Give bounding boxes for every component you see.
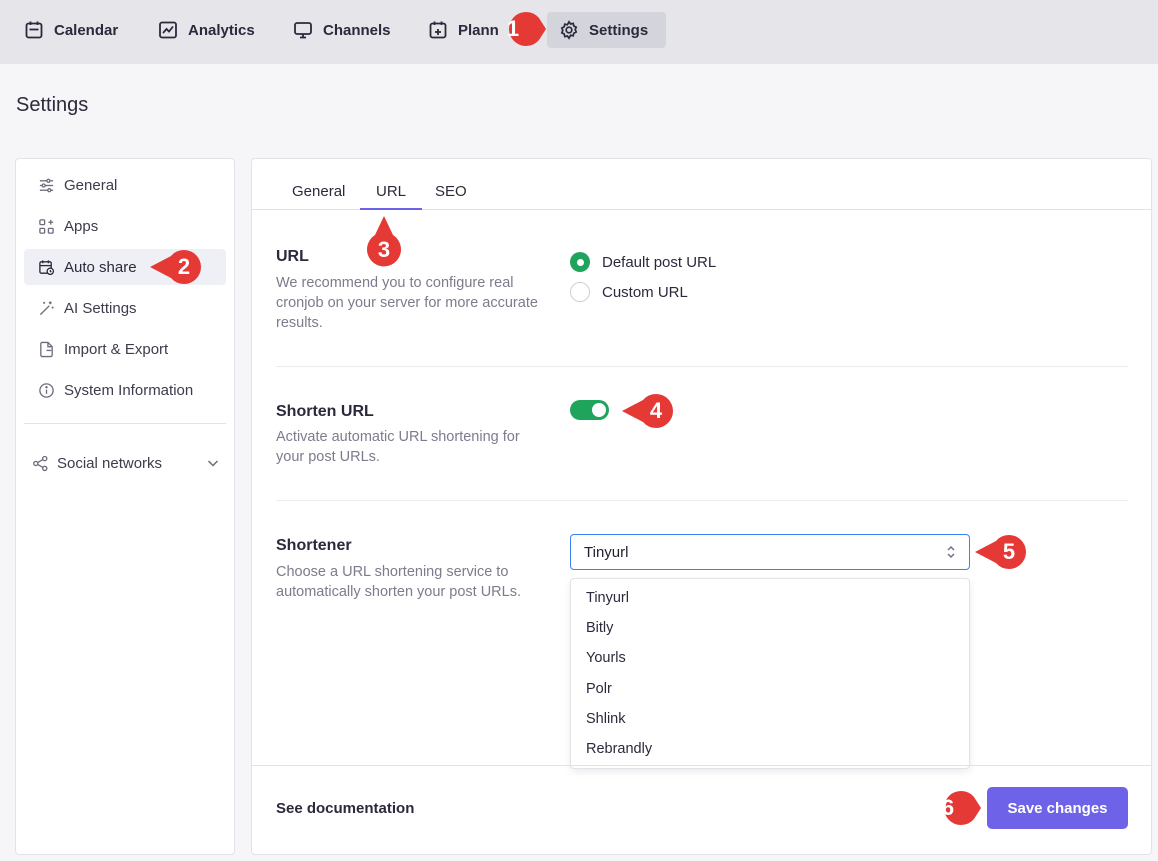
radio-custom-url[interactable]: Custom URL: [570, 282, 688, 302]
sidebar-item-import-export[interactable]: Import & Export: [24, 331, 226, 367]
section-divider: [276, 500, 1128, 501]
see-documentation-link[interactable]: See documentation: [276, 800, 414, 817]
section-divider: [276, 366, 1128, 367]
nav-item-channels[interactable]: Channels: [283, 12, 401, 48]
radio-default-post-url[interactable]: Default post URL: [570, 252, 716, 272]
chevron-down-icon: [207, 460, 219, 467]
nav-label: Calendar: [54, 21, 119, 39]
dropdown-option-polr[interactable]: Polr: [586, 674, 612, 704]
callout-marker: 2: [148, 247, 206, 287]
callout-number: 1: [506, 16, 520, 41]
dropdown-option-bitly[interactable]: Bitly: [586, 613, 613, 643]
sidebar-item-general[interactable]: General: [24, 167, 226, 203]
sidebar-item-label: Import & Export: [64, 340, 169, 358]
dropdown-option-tinyurl[interactable]: Tinyurl: [586, 583, 629, 613]
shorten-url-toggle[interactable]: [570, 400, 609, 420]
shortener-dropdown: Tinyurl Bitly Yourls Polr Shlink Rebrand…: [570, 578, 970, 769]
callout-marker: 6: [925, 788, 983, 828]
nav-item-settings[interactable]: Settings: [547, 12, 667, 48]
callout-number: 3: [377, 237, 391, 262]
file-export-icon: [40, 341, 53, 357]
footer-divider: [252, 765, 1151, 766]
shortener-title: Shortener: [276, 537, 352, 554]
nav-item-analytics[interactable]: Analytics: [148, 12, 265, 48]
callout-number: 5: [1002, 539, 1016, 564]
shorten-url-title: Shorten URL: [276, 403, 374, 420]
radio-unchecked[interactable]: [570, 282, 590, 302]
sidebar-item-social-networks[interactable]: Social networks: [24, 445, 226, 481]
shortener-description: Choose a URL shortening service to autom…: [276, 564, 521, 600]
top-navigation: Calendar Analytics Channels Plann Settin…: [0, 0, 1158, 64]
apps-icon: [39, 218, 54, 234]
sidebar-item-apps[interactable]: Apps: [24, 208, 226, 244]
callout-marker: 1: [490, 9, 548, 49]
info-icon: [39, 382, 54, 398]
callout-number: 4: [649, 398, 663, 423]
shorten-url-description: Activate automatic URL shortening for yo…: [276, 429, 520, 465]
dropdown-option-rebrandly[interactable]: Rebrandly: [586, 734, 652, 764]
shortener-selected-value: Tinyurl: [584, 543, 629, 561]
tab-bar: General URL SEO: [252, 159, 1151, 210]
nav-label: Settings: [589, 21, 649, 39]
monitor-icon: [294, 22, 312, 39]
callout-marker: 3: [355, 213, 413, 273]
tab-seo[interactable]: SEO: [419, 177, 483, 210]
url-section-description: We recommend you to configure real cronj…: [276, 275, 538, 331]
callout-marker: 5: [973, 532, 1031, 572]
radio-label: Custom URL: [602, 283, 688, 301]
page-title: Settings: [16, 94, 89, 116]
save-changes-button[interactable]: Save changes: [987, 787, 1128, 829]
callout-marker: 4: [620, 391, 678, 431]
analytics-icon: [159, 21, 177, 39]
nav-label: Channels: [323, 21, 391, 39]
sidebar-item-label: AI Settings: [64, 299, 137, 317]
url-section-title: URL: [276, 248, 309, 265]
tab-url[interactable]: URL: [360, 177, 423, 210]
callout-number: 2: [177, 254, 191, 279]
planner-icon: [429, 21, 447, 39]
radio-label: Default post URL: [602, 253, 717, 271]
radio-checked[interactable]: [570, 252, 590, 272]
sidebar-item-system-information[interactable]: System Information: [24, 372, 226, 408]
gear-icon: [560, 20, 578, 40]
calendar-icon: [25, 21, 43, 39]
sidebar-divider: [24, 423, 226, 424]
sidebar-item-label: Apps: [64, 217, 99, 235]
sidebar-item-label: General: [64, 176, 118, 194]
sidebar-item-ai-settings[interactable]: AI Settings: [24, 290, 226, 326]
sidebar-item-label: Auto share: [64, 258, 137, 276]
magic-wand-icon: [39, 300, 54, 315]
sidebar-item-label: Social networks: [57, 454, 163, 472]
nav-item-calendar[interactable]: Calendar: [14, 12, 128, 48]
select-arrows-icon: [947, 546, 955, 558]
tab-general[interactable]: General: [276, 177, 361, 210]
dropdown-option-shlink[interactable]: Shlink: [586, 704, 626, 734]
shortener-select[interactable]: Tinyurl: [570, 534, 970, 570]
calendar-clock-icon: [39, 259, 55, 275]
dropdown-option-yourls[interactable]: Yourls: [586, 643, 626, 673]
share-icon: [33, 455, 48, 471]
callout-number: 6: [941, 795, 955, 820]
sidebar-item-label: System Information: [64, 381, 194, 399]
sliders-icon: [39, 178, 54, 192]
nav-label: Analytics: [188, 21, 255, 39]
